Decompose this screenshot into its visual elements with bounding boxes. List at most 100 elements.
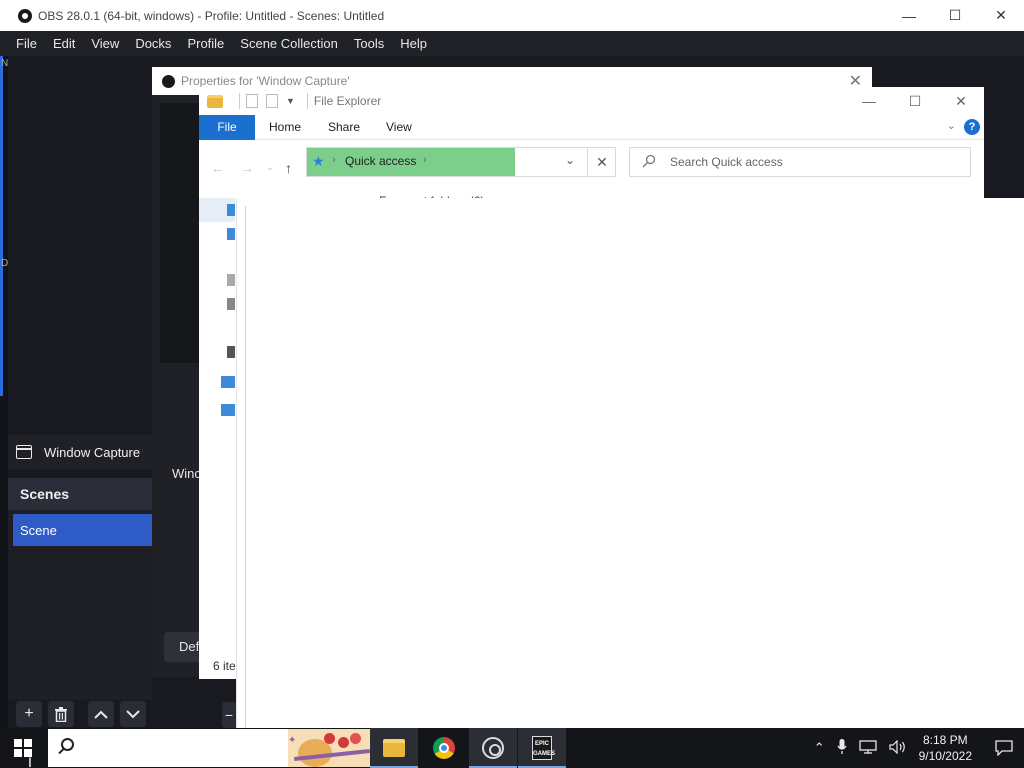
window-field-label: Winc	[172, 466, 201, 481]
clear-address-button[interactable]: ✕	[587, 148, 616, 176]
clock-date: 9/10/2022	[918, 749, 972, 763]
clock[interactable]: 8:18 PM 9/10/2022	[919, 732, 972, 764]
documents-icon[interactable]	[227, 274, 235, 286]
taskbar: ✦ EPIC GAMES ⌃ 8:18 PM 9/10/2022	[0, 728, 1024, 768]
explorer-ribbon: File Home Share View ⌄ ?	[199, 115, 984, 140]
sources-remove-button[interactable]: −	[222, 702, 236, 728]
this-pc-icon[interactable]	[221, 376, 235, 388]
notification-center-button[interactable]	[984, 728, 1024, 768]
close-button[interactable]: ✕	[978, 0, 1024, 31]
trash-icon	[55, 706, 67, 722]
system-tray: ⌃ 8:18 PM 9/10/2022	[814, 728, 1024, 768]
clock-time: 8:18 PM	[922, 733, 968, 747]
taskbar-chrome[interactable]	[420, 728, 468, 768]
start-button[interactable]	[0, 728, 48, 768]
folder-icon	[207, 94, 223, 108]
menu-tools[interactable]: Tools	[346, 31, 392, 56]
customize-quick-access-icon[interactable]: ▼	[286, 96, 295, 106]
pictures-icon[interactable]	[227, 298, 235, 310]
taskbar-file-explorer[interactable]	[370, 728, 418, 768]
menu-edit[interactable]: Edit	[45, 31, 83, 56]
maximize-button[interactable]: ☐	[932, 0, 978, 31]
epic-games-icon: EPIC GAMES	[532, 736, 555, 760]
folder-icon	[383, 739, 405, 757]
explorer-maximize-button[interactable]: ☐	[892, 87, 938, 115]
scenes-dock-title: Scenes	[8, 478, 152, 510]
mouse-cursor: I	[28, 754, 32, 768]
taskbar-obs[interactable]	[469, 728, 517, 768]
taskbar-epic-games[interactable]: EPIC GAMES	[518, 728, 566, 768]
microphone-icon[interactable]	[837, 738, 847, 758]
left-dock-letter: N	[1, 58, 9, 69]
explorer-close-button[interactable]: ✕	[938, 87, 984, 115]
status-bar-item-count: 6 ite	[213, 659, 236, 673]
show-hidden-icons-button[interactable]: ⌃	[814, 740, 825, 756]
chrome-icon	[433, 737, 455, 759]
taskbar-search-box[interactable]: ✦	[48, 729, 370, 767]
search-icon	[642, 154, 656, 168]
properties-dialog-title: Properties for 'Window Capture'	[181, 74, 350, 88]
remove-scene-button[interactable]	[48, 701, 74, 727]
explorer-navigation-bar: ← → ⌄ ↑ ★ › Quick access › ⌄ ✕ Search Qu…	[199, 140, 984, 198]
menu-view[interactable]: View	[83, 31, 127, 56]
explorer-minimize-button[interactable]: —	[846, 87, 892, 115]
separator	[306, 93, 308, 109]
chevron-down-icon	[126, 709, 140, 718]
menu-help[interactable]: Help	[392, 31, 435, 56]
left-dock-letter: D	[1, 258, 9, 269]
obs-icon	[162, 74, 175, 88]
search-input[interactable]: Search Quick access	[670, 155, 783, 169]
obs-menu-bar: File Edit View Docks Profile Scene Colle…	[0, 31, 1024, 56]
add-scene-button[interactable]: +	[16, 701, 42, 727]
navigation-pane	[199, 198, 235, 653]
back-button[interactable]: ←	[211, 160, 225, 176]
address-history-dropdown[interactable]: ⌄	[565, 153, 575, 167]
address-location[interactable]: Quick access	[345, 154, 416, 168]
search-icon	[61, 738, 74, 751]
left-dock-edge: N D	[0, 56, 8, 728]
scenes-list: Scene	[8, 510, 152, 700]
search-box[interactable]: Search Quick access	[629, 147, 971, 177]
ribbon-tab-home[interactable]: Home	[269, 115, 301, 140]
help-icon[interactable]: ?	[964, 119, 980, 135]
explorer-title-bar: ▼ File Explorer — ☐ ✕	[199, 87, 984, 115]
chevron-right-icon[interactable]: ›	[423, 154, 427, 166]
separator	[239, 93, 240, 109]
quick-access-icon	[227, 204, 235, 216]
source-item-window-capture[interactable]: Window Capture	[8, 434, 152, 470]
desktop-icon[interactable]	[227, 228, 235, 240]
ribbon-tab-share[interactable]: Share	[328, 115, 360, 140]
scenes-toolbar: +	[8, 700, 218, 728]
notification-icon	[995, 740, 1013, 756]
network-icon[interactable]	[221, 404, 235, 416]
properties-icon[interactable]	[246, 94, 258, 108]
dock-highlight-bar	[0, 56, 3, 396]
music-icon[interactable]	[227, 346, 235, 358]
obs-icon	[18, 8, 32, 23]
up-button[interactable]: ↑	[285, 160, 292, 176]
network-icon[interactable]	[858, 739, 877, 757]
menu-file[interactable]: File	[8, 31, 45, 56]
forward-button[interactable]: →	[240, 160, 254, 176]
move-scene-down-button[interactable]	[120, 701, 146, 727]
defaults-button[interactable]: Def	[164, 632, 200, 662]
recent-locations-button[interactable]: ⌄	[266, 162, 274, 173]
expand-ribbon-icon[interactable]: ⌄	[947, 119, 956, 132]
blank-overlay-window[interactable]	[236, 198, 1024, 728]
ribbon-tab-file[interactable]: File	[199, 115, 255, 140]
quick-access-star-icon: ★	[312, 153, 325, 169]
search-highlight-image[interactable]: ✦	[288, 729, 370, 767]
ribbon-tab-view[interactable]: View	[386, 115, 412, 140]
menu-docks[interactable]: Docks	[127, 31, 179, 56]
move-scene-up-button[interactable]	[88, 701, 114, 727]
new-folder-icon[interactable]	[266, 94, 278, 108]
obs-title-bar: OBS 28.0.1 (64-bit, windows) - Profile: …	[0, 0, 1024, 31]
explorer-title: File Explorer	[313, 94, 382, 108]
address-bar[interactable]: ★ › Quick access › ⌄ ✕	[306, 147, 616, 177]
volume-icon[interactable]	[889, 739, 907, 757]
minimize-button[interactable]: —	[886, 0, 932, 31]
menu-scene-collection[interactable]: Scene Collection	[232, 31, 346, 56]
scene-item[interactable]: Scene	[13, 514, 152, 546]
chevron-right-icon[interactable]: ›	[332, 154, 336, 166]
menu-profile[interactable]: Profile	[179, 31, 232, 56]
